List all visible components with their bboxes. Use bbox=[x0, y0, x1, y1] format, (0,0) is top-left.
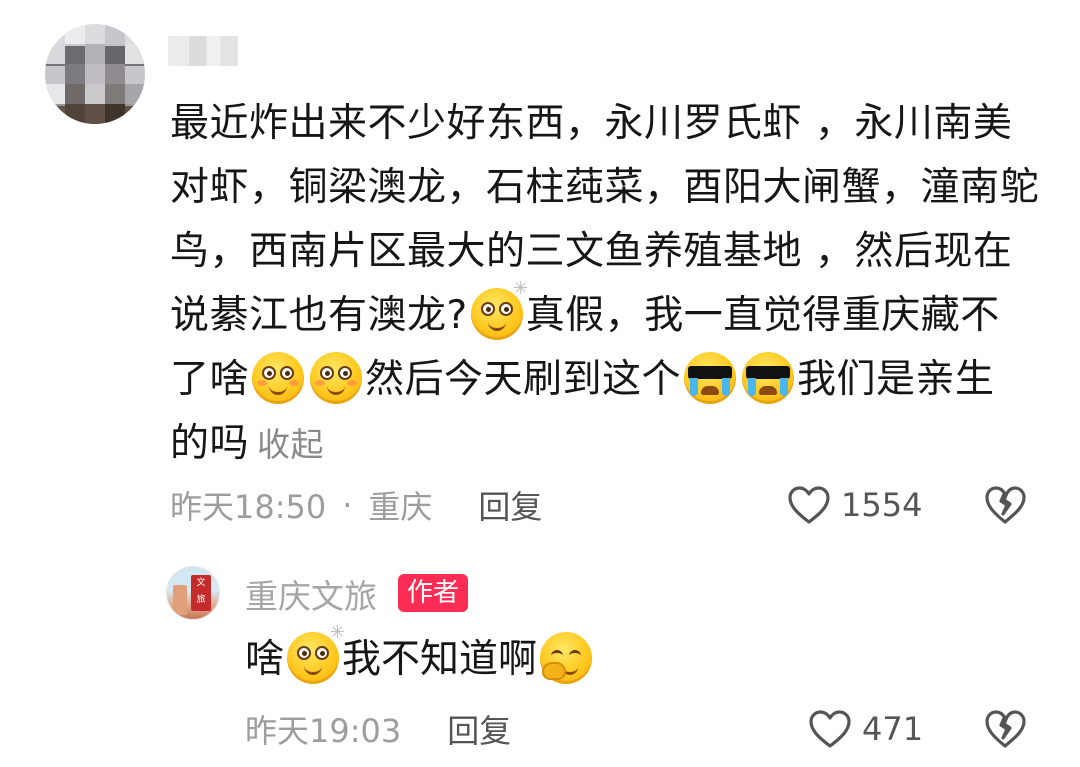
comment-thread: 最近炸出来不少好东西，永川罗氏虾 ，永川南美 对虾，铜梁澳龙，石柱莼菜，酉阳大闸… bbox=[0, 0, 1080, 767]
comment-line: 对虾，铜梁澳龙，石柱莼菜，酉阳大闸蟹，潼南鸵 bbox=[170, 165, 1040, 210]
broken-heart-icon[interactable] bbox=[984, 485, 1026, 525]
comment-line: 鸟，西南片区最大的三文鱼养殖基地 ，然后现在 bbox=[170, 229, 1013, 274]
reply-like-button[interactable]: 471 bbox=[808, 704, 923, 754]
comment-fragment: 了啥 bbox=[170, 357, 250, 402]
comment-fragment: 说綦江也有澳龙? bbox=[170, 293, 468, 338]
comment-meta: 昨天18:50 · 重庆 回复 bbox=[170, 480, 542, 530]
reply-fragment: 啥 bbox=[245, 637, 285, 682]
heart-outline-icon bbox=[809, 710, 851, 748]
avatar-seal-logo: 文旅 bbox=[191, 575, 211, 611]
heart-outline-icon bbox=[788, 486, 830, 524]
commenter-avatar[interactable] bbox=[45, 24, 145, 124]
comment-time: 昨天18:50 bbox=[170, 488, 327, 526]
reply-meta: 昨天19:03 回复 bbox=[245, 706, 511, 752]
author-avatar[interactable]: 文旅 bbox=[166, 566, 220, 620]
comment-body: 最近炸出来不少好东西，永川罗氏虾 ，永川南美 对虾，铜梁澳龙，石柱莼菜，酉阳大闸… bbox=[170, 92, 1050, 477]
collapse-link[interactable]: 收起 bbox=[257, 425, 324, 464]
meta-separator: · bbox=[342, 486, 353, 524]
wink-sparkle-emoji-icon: ✳ bbox=[287, 624, 345, 684]
blush-smile-emoji-icon bbox=[252, 352, 305, 404]
reply-button[interactable]: 回复 bbox=[447, 706, 511, 752]
reply-fragment: 我不知道啊 bbox=[342, 637, 538, 682]
reply-author-name[interactable]: 重庆文旅 bbox=[245, 570, 377, 618]
like-count: 1554 bbox=[841, 486, 923, 524]
reply-like-count: 471 bbox=[862, 710, 924, 748]
comment-line: 了啥 然后今天刷到这个 我们是亲生 bbox=[170, 348, 1050, 412]
comment-line: 最近炸出来不少好东西，永川罗氏虾 ，永川南美 bbox=[170, 101, 1013, 146]
wink-sparkle-emoji-icon: ✳ bbox=[470, 280, 528, 340]
sunglasses-crying-emoji-icon bbox=[684, 352, 737, 404]
reply-body: 啥 ✳ 我不知道啊 bbox=[245, 624, 595, 690]
comment-fragment: 真假，我一直觉得重庆藏不 bbox=[525, 293, 1000, 338]
comment-fragment: 我们是亲生 bbox=[797, 357, 995, 402]
comment-line: 的吗 收起 bbox=[170, 412, 1050, 477]
comment-location: 重庆 bbox=[368, 488, 433, 526]
avatar-tower-shape bbox=[173, 585, 187, 615]
comment-fragment: 然后今天刷到这个 bbox=[365, 357, 682, 402]
sunglasses-crying-emoji-icon bbox=[742, 352, 795, 404]
broken-heart-icon[interactable] bbox=[984, 709, 1026, 749]
comment-fragment: 的吗 bbox=[170, 421, 250, 466]
reply-time: 昨天19:03 bbox=[245, 712, 402, 750]
blush-smile-emoji-icon bbox=[310, 352, 363, 404]
author-badge: 作者 bbox=[398, 574, 469, 612]
commenter-username-blurred[interactable] bbox=[168, 36, 238, 66]
smirk-hand-emoji-icon bbox=[540, 632, 593, 684]
reply-button[interactable]: 回复 bbox=[478, 482, 542, 528]
like-button[interactable]: 1554 bbox=[787, 480, 922, 530]
comment-line: 说綦江也有澳龙? ✳ 真假，我一直觉得重庆藏不 bbox=[170, 280, 1050, 348]
